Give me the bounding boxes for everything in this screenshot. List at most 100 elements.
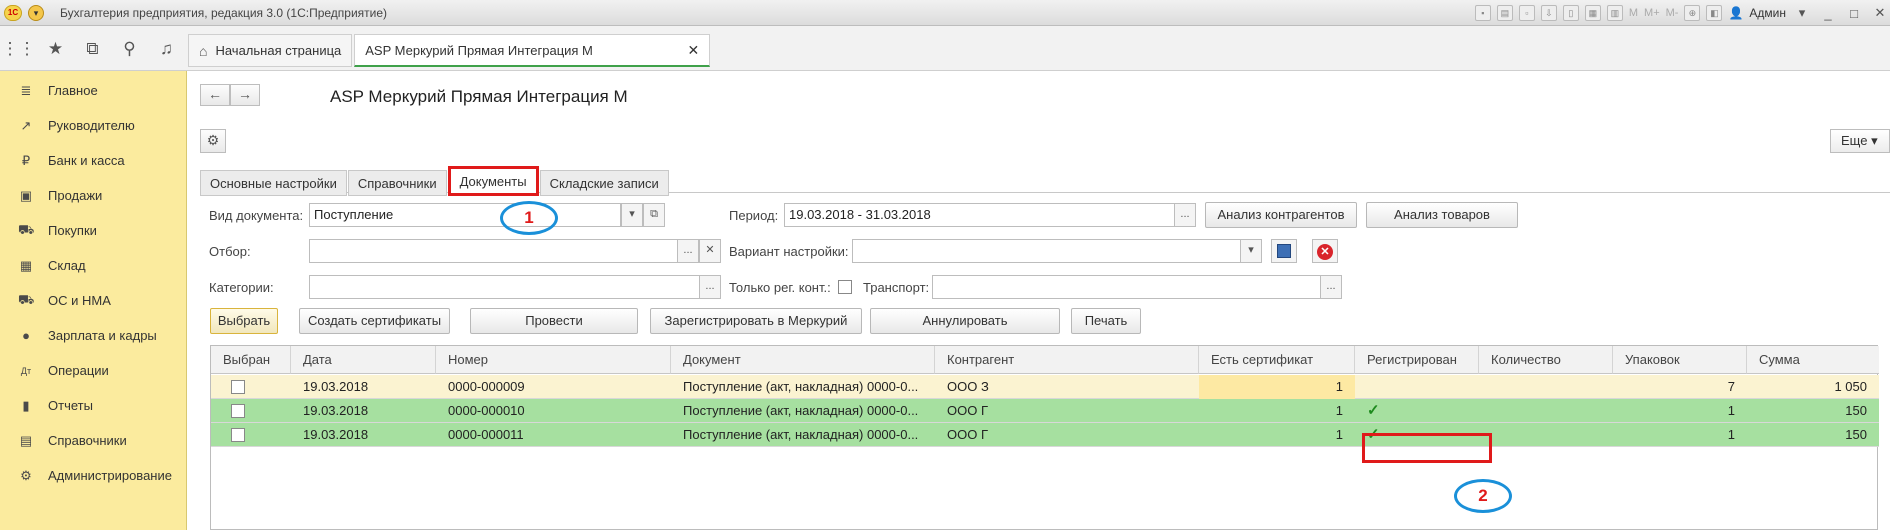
delete-variant-icon[interactable]: ✕ bbox=[1312, 239, 1338, 263]
column-header-packs[interactable]: Упаковок bbox=[1613, 346, 1747, 374]
back-arrow-icon[interactable]: ← bbox=[200, 84, 230, 106]
cancel-docs-button[interactable]: Аннулировать bbox=[870, 308, 1060, 334]
tab-basic-settings[interactable]: Основные настройки bbox=[200, 170, 347, 196]
row-select-checkbox[interactable] bbox=[231, 428, 245, 442]
doc-type-open-icon[interactable]: ⧉ bbox=[643, 203, 665, 227]
sidebar-item-operations[interactable]: Дт Операции bbox=[0, 353, 186, 388]
person-icon: ● bbox=[22, 328, 30, 343]
variant-label: Вариант настройки: bbox=[729, 244, 849, 259]
period-field[interactable]: 19.03.2018 - 31.03.2018 bbox=[784, 203, 1180, 227]
filter-select-button[interactable]: ... bbox=[677, 239, 699, 263]
print-button[interactable]: Печать bbox=[1071, 308, 1141, 334]
search-icon[interactable]: ⚲ bbox=[111, 26, 148, 71]
table-row[interactable]: 19.03.2018 0000-000010 Поступление (акт,… bbox=[211, 399, 1879, 423]
document-icon[interactable]: ▯ bbox=[1562, 5, 1579, 21]
memory-plus-button[interactable]: M+ bbox=[1644, 7, 1660, 19]
sidebar-item-label: Склад bbox=[48, 258, 86, 273]
user-name[interactable]: Админ bbox=[1749, 6, 1786, 20]
cell-has-certificate[interactable]: 1 bbox=[1199, 375, 1355, 399]
print-icon[interactable]: ▤ bbox=[1496, 5, 1513, 21]
period-label: Период: bbox=[729, 208, 779, 223]
forward-arrow-icon[interactable]: → bbox=[230, 84, 260, 106]
sidebar-item-label: Отчеты bbox=[48, 398, 93, 413]
cell-registered bbox=[1355, 375, 1479, 399]
filter-clear-icon[interactable]: ✕ bbox=[699, 239, 721, 263]
sidebar-item-warehouse[interactable]: ▦ Склад bbox=[0, 248, 186, 283]
save-icon[interactable]: ▪ bbox=[1474, 5, 1491, 21]
calendar-icon[interactable]: ▥ bbox=[1606, 5, 1623, 21]
calculator-icon[interactable]: ▦ bbox=[1584, 5, 1601, 21]
close-tab-icon[interactable]: ✕ bbox=[688, 42, 700, 59]
column-header-document[interactable]: Документ bbox=[671, 346, 935, 374]
tab-asp-mercury[interactable]: ASP Меркурий Прямая Интеграция М ✕ bbox=[354, 34, 711, 67]
favorites-star-icon[interactable]: ★ bbox=[37, 26, 74, 71]
zoom-icon[interactable]: ⊕ bbox=[1684, 5, 1701, 21]
column-header-counterparty[interactable]: Контрагент bbox=[935, 346, 1199, 374]
filter-field[interactable] bbox=[309, 239, 699, 263]
close-window-icon[interactable]: ✕ bbox=[1870, 5, 1890, 21]
sidebar-item-salary[interactable]: ● Зарплата и кадры bbox=[0, 318, 186, 353]
cell-date: 19.03.2018 bbox=[303, 403, 369, 418]
column-header-selected[interactable]: Выбран bbox=[211, 346, 291, 374]
table-row[interactable]: 19.03.2018 0000-000009 Поступление (акт,… bbox=[211, 375, 1879, 399]
sidebar-item-admin[interactable]: ⚙ Администрирование bbox=[0, 458, 186, 493]
variant-field[interactable] bbox=[852, 239, 1250, 263]
only-reg-checkbox[interactable] bbox=[838, 280, 852, 294]
tab-documents[interactable]: Документы bbox=[447, 166, 539, 196]
dropdown-chevron-icon[interactable]: ▾ bbox=[1792, 5, 1812, 21]
column-header-quantity[interactable]: Количество bbox=[1479, 346, 1613, 374]
doc-type-dropdown-icon[interactable]: ▾ bbox=[621, 203, 643, 227]
select-button[interactable]: Выбрать bbox=[210, 308, 278, 334]
tab-home[interactable]: ⌂ Начальная страница bbox=[188, 34, 353, 67]
panels-icon[interactable]: ◧ bbox=[1706, 5, 1723, 21]
minimize-icon[interactable]: _ bbox=[1818, 6, 1838, 21]
preview-icon[interactable]: ▫ bbox=[1518, 5, 1535, 21]
analysis-counterparties-button[interactable]: Анализ контрагентов bbox=[1205, 202, 1357, 228]
sidebar-item-sales[interactable]: ▣ Продажи bbox=[0, 178, 186, 213]
tab-catalogs[interactable]: Справочники bbox=[347, 170, 447, 196]
more-button[interactable]: Еще ▾ bbox=[1830, 129, 1890, 153]
history-icon[interactable]: ⧉ bbox=[74, 26, 111, 71]
sidebar-item-assets[interactable]: ⛟ ОС и НМА bbox=[0, 283, 186, 318]
cell-has-certificate: 1 bbox=[1335, 403, 1343, 418]
variant-dropdown-icon[interactable]: ▾ bbox=[1240, 239, 1262, 263]
documents-table: Выбран Дата Номер Документ Контрагент Ес… bbox=[210, 345, 1879, 530]
doc-type-label: Вид документа: bbox=[209, 208, 304, 223]
memory-button[interactable]: M bbox=[1629, 7, 1638, 19]
save-variant-icon[interactable] bbox=[1271, 239, 1297, 263]
period-select-button[interactable]: ... bbox=[1174, 203, 1196, 227]
column-header-sum[interactable]: Сумма bbox=[1747, 346, 1879, 374]
column-header-has-certificate[interactable]: Есть сертификат bbox=[1199, 346, 1355, 374]
analysis-goods-button[interactable]: Анализ товаров bbox=[1366, 202, 1518, 228]
shopping-bag-icon: ▣ bbox=[19, 187, 33, 203]
column-header-registered[interactable]: Регистрирован bbox=[1355, 346, 1479, 374]
sidebar-item-main[interactable]: ≣ Главное bbox=[0, 73, 186, 108]
top-panel: ⋮⋮ ★ ⧉ ⚲ ♫ ⌂ Начальная страница ASP Мерк… bbox=[0, 26, 1890, 71]
row-select-checkbox[interactable] bbox=[231, 380, 245, 394]
notifications-bell-icon[interactable]: ♫ bbox=[148, 26, 185, 71]
table-row[interactable]: 19.03.2018 0000-000011 Поступление (акт,… bbox=[211, 423, 1879, 447]
tab-warehouse-records[interactable]: Складские записи bbox=[539, 170, 669, 196]
memory-minus-button[interactable]: M- bbox=[1666, 7, 1679, 19]
download-icon[interactable]: ⇩ bbox=[1540, 5, 1557, 21]
settings-gear-icon[interactable]: ⚙ bbox=[200, 129, 226, 153]
row-select-checkbox[interactable] bbox=[231, 404, 245, 418]
transport-select-button[interactable]: ... bbox=[1320, 275, 1342, 299]
post-button[interactable]: Провести bbox=[470, 308, 638, 334]
sidebar-item-manager[interactable]: ↗ Руководителю bbox=[0, 108, 186, 143]
sidebar-item-purchases[interactable]: ⛟ Покупки bbox=[0, 213, 186, 248]
categories-select-button[interactable]: ... bbox=[699, 275, 721, 299]
transport-field[interactable] bbox=[932, 275, 1342, 299]
create-certificates-button[interactable]: Создать сертификаты bbox=[299, 308, 450, 334]
register-mercury-button[interactable]: Зарегистрировать в Меркурий bbox=[650, 308, 862, 334]
sidebar-item-reports[interactable]: ▮ Отчеты bbox=[0, 388, 186, 423]
maximize-icon[interactable]: □ bbox=[1844, 6, 1864, 21]
apps-grid-icon[interactable]: ⋮⋮ bbox=[0, 26, 37, 71]
main-menu-chevron-icon[interactable]: ▾ bbox=[28, 5, 44, 21]
sidebar-item-bank[interactable]: ₽ Банк и касса bbox=[0, 143, 186, 178]
sidebar-item-catalogs[interactable]: ▤ Справочники bbox=[0, 423, 186, 458]
categories-field[interactable] bbox=[309, 275, 721, 299]
column-header-number[interactable]: Номер bbox=[436, 346, 671, 374]
column-header-date[interactable]: Дата bbox=[291, 346, 436, 374]
doc-type-field[interactable]: Поступление bbox=[309, 203, 621, 227]
